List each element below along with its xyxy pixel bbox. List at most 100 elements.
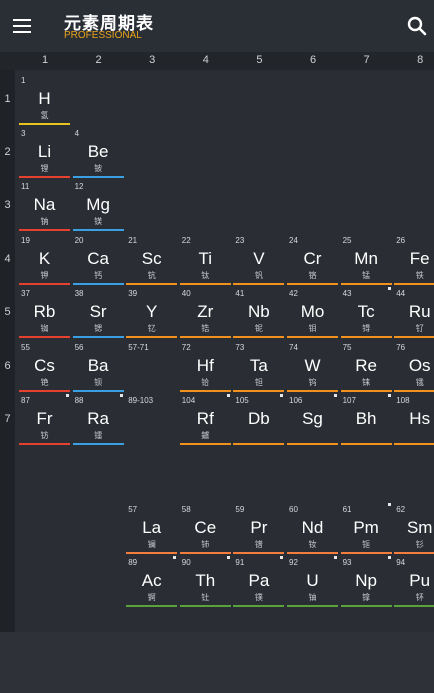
category-bar (126, 605, 178, 607)
element-pu[interactable]: 94 Pu 钚 (393, 555, 434, 608)
atomic-number: 58 (181, 505, 191, 514)
element-name: 锶 (94, 324, 103, 333)
category-bar (340, 605, 392, 607)
element-pa[interactable]: 91 Pa 镤 (232, 555, 285, 608)
category-bar (233, 443, 285, 445)
element-name: 锆 (201, 324, 210, 333)
category-bar (340, 443, 392, 445)
category-bar (179, 443, 231, 445)
element-na[interactable]: 11 Na 钠 (18, 179, 71, 232)
element-name: 钚 (415, 593, 424, 602)
element-v[interactable]: 23 V 钒 (232, 233, 285, 286)
category-bar (19, 443, 70, 445)
row-number: 2 (4, 146, 11, 158)
menu-icon[interactable] (10, 14, 36, 38)
element-name: 钐 (415, 540, 424, 549)
element-th[interactable]: 90 Th 钍 (179, 555, 232, 608)
element-re[interactable]: 75 Re 铼 (340, 340, 393, 393)
element-hf[interactable]: 72 Hf 铪 (179, 340, 232, 393)
atomic-number: 4 (74, 129, 80, 138)
element-symbol: Np (355, 571, 377, 590)
app-subtitle: PROFESSIONAL (64, 30, 142, 41)
element-name: 铀 (308, 593, 317, 602)
category-bar (287, 443, 338, 445)
element-name: 钙 (94, 271, 103, 280)
category-bar (72, 229, 124, 231)
element-la[interactable]: 57 La 镧 (125, 502, 178, 555)
element-rb[interactable]: 37 Rb 铷 (18, 286, 71, 339)
category-bar (179, 552, 231, 554)
element-sg[interactable]: 106 Sg (286, 393, 339, 446)
element-ti[interactable]: 22 Ti 钛 (179, 233, 232, 286)
category-bar (19, 229, 70, 231)
atomic-number: 72 (181, 343, 191, 352)
atomic-number: 90 (181, 558, 191, 567)
element-name: 锇 (415, 378, 424, 387)
radioactive-marker (66, 394, 69, 397)
category-bar (126, 390, 177, 392)
atomic-number: 1 (21, 76, 26, 85)
element-fe[interactable]: 26 Fe 铁 (393, 233, 434, 286)
element-symbol: Mo (300, 302, 325, 321)
column-number: 1 (41, 54, 49, 66)
element-ra[interactable]: 88 Ra 镭 (72, 393, 125, 446)
atomic-number: 92 (289, 558, 298, 567)
element-range[interactable]: 89-103 (125, 393, 178, 446)
atomic-number: 93 (342, 558, 352, 567)
element-cr[interactable]: 24 Cr 铬 (286, 233, 339, 286)
category-bar (72, 336, 124, 338)
column-number: 3 (149, 54, 156, 66)
element-ba[interactable]: 56 Ba 钡 (72, 340, 125, 393)
category-bar (179, 605, 231, 607)
element-u[interactable]: 92 U 铀 (286, 555, 339, 608)
element-pr[interactable]: 59 Pr 镨 (232, 502, 285, 555)
element-li[interactable]: 3 Li 锂 (18, 126, 71, 179)
element-db[interactable]: 105 Db (232, 393, 285, 446)
element-fr[interactable]: 87 Fr 钫 (18, 393, 71, 446)
element-nb[interactable]: 41 Nb 铌 (232, 286, 285, 339)
element-symbol: Hf (196, 356, 214, 375)
element-ru[interactable]: 44 Ru 钌 (393, 286, 434, 339)
element-k[interactable]: 19 K 钾 (18, 233, 71, 286)
search-icon[interactable] (405, 14, 429, 38)
element-mg[interactable]: 12 Mg 镁 (72, 179, 125, 232)
element-symbol: Mg (86, 195, 110, 214)
atomic-number: 43 (342, 289, 352, 298)
element-symbol: Ti (198, 249, 213, 268)
element-bh[interactable]: 107 Bh (340, 393, 393, 446)
atomic-number: 89-103 (128, 396, 154, 405)
element-ac[interactable]: 89 Ac 锕 (125, 555, 178, 608)
element-y[interactable]: 39 Y 钇 (125, 286, 178, 339)
row-number: 6 (4, 360, 11, 372)
atomic-number: 55 (21, 343, 30, 352)
element-hs[interactable]: 108 Hs (393, 393, 434, 446)
element-mn[interactable]: 25 Mn 锰 (340, 233, 393, 286)
element-ce[interactable]: 58 Ce 铈 (179, 502, 232, 555)
element-w[interactable]: 74 W 钨 (286, 340, 339, 393)
element-nd[interactable]: 60 Nd 钕 (286, 502, 339, 555)
element-sr[interactable]: 38 Sr 锶 (72, 286, 125, 339)
element-ca[interactable]: 20 Ca 钙 (72, 233, 125, 286)
element-be[interactable]: 4 Be 铍 (72, 126, 125, 179)
category-bar (287, 390, 338, 392)
element-sm[interactable]: 62 Sm 钐 (393, 502, 434, 555)
element-mo[interactable]: 42 Mo 钼 (286, 286, 339, 339)
element-tc[interactable]: 43 Tc 锝 (340, 286, 393, 339)
element-rf[interactable]: 104 Rf 鑪 (179, 393, 232, 446)
element-cs[interactable]: 55 Cs 铯 (18, 340, 71, 393)
radioactive-marker (387, 556, 391, 559)
element-sc[interactable]: 21 Sc 钪 (125, 233, 178, 286)
element-h[interactable]: 1 H氢 (18, 73, 71, 126)
atomic-number: 26 (396, 236, 406, 245)
element-ta[interactable]: 73 Ta 钽 (232, 340, 285, 393)
element-os[interactable]: 76 Os 锇 (393, 340, 434, 393)
element-pm[interactable]: 61 Pm 钷 (340, 502, 393, 555)
atomic-number: 44 (396, 289, 406, 298)
element-range[interactable]: 57-71 (125, 340, 178, 393)
element-zr[interactable]: 40 Zr 锆 (179, 286, 232, 339)
atomic-number: 12 (74, 182, 84, 191)
element-symbol: Ta (249, 356, 268, 375)
element-np[interactable]: 93 Np 镎 (340, 555, 393, 608)
column-number: 7 (363, 54, 370, 66)
element-name: 氢 (40, 111, 49, 120)
